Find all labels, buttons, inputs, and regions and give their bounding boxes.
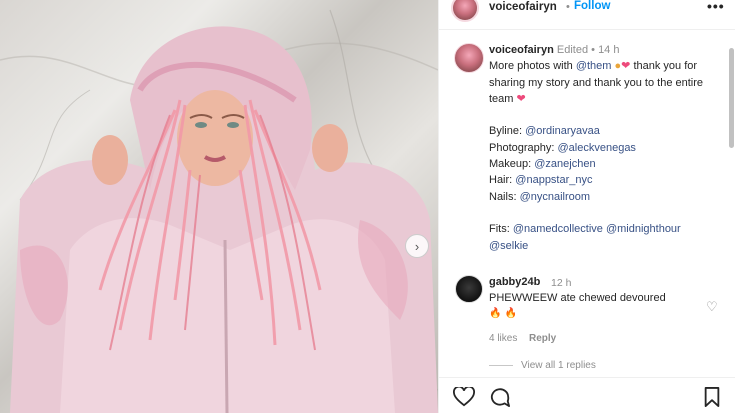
hair-label: Hair: [489,174,513,187]
post-header: voiceofairyn • Follow ••• [439,0,735,30]
makeup-label: Makeup: [489,158,532,171]
view-replies-button[interactable]: View all 1 replies [489,360,596,371]
caption-time: 14 h [598,44,620,56]
comment-likes[interactable]: 4 likes [489,333,517,344]
mention-link[interactable]: @aleckvenegas [558,142,636,154]
caption-username[interactable]: voiceofairyn [489,44,554,56]
bookmark-icon[interactable] [703,387,721,407]
photography-label: Photography: [489,141,555,154]
follow-button[interactable]: Follow [574,0,610,12]
mention-link[interactable]: @them [576,60,612,72]
comment-emoji: 🔥🔥 [489,308,520,319]
commenter-avatar[interactable] [455,275,483,303]
mention-link[interactable]: @zanejchen [534,158,595,170]
mention-link[interactable]: @nycnailroom [520,191,590,203]
post-sidebar: voiceofairyn • Follow ••• voiceofairyn E… [438,0,735,413]
caption-body-a: More photos with [489,60,573,73]
heart-icon[interactable] [453,387,475,407]
separator-dot: • [566,1,570,13]
mention-link[interactable]: @ordinaryavaa [525,125,600,137]
replies-divider [489,365,513,366]
heart-icon[interactable]: ♡ [706,299,718,315]
comment-icon[interactable] [489,387,511,407]
fits-label: Fits: [489,223,510,236]
edited-label: Edited [556,44,589,56]
mention-link[interactable]: @selkie [489,240,528,252]
more-icon[interactable]: ••• [707,0,725,14]
author-avatar[interactable] [451,0,479,22]
mention-link[interactable]: @nappstar_nyc [515,174,592,186]
comment-text: PHEWWEEW ate chewed devoured [489,292,666,304]
scrollbar-thumb[interactable] [729,48,734,148]
byline-label: Byline: [489,125,523,138]
comment-time: 12 h [551,277,572,289]
hearts-icon: ❤ [621,60,631,73]
separator-dot: • [591,44,595,56]
mention-link[interactable]: @namedcollective [513,223,603,235]
author-username[interactable]: voiceofairyn [489,1,557,13]
nails-label: Nails: [489,190,517,203]
mention-link[interactable]: @midnighthour [606,223,681,235]
caption-text: voiceofairyn Edited • 14 h More photos w… [489,42,721,254]
heart-emoji-icon: ❤ [516,92,526,105]
post-photo[interactable]: › [0,0,438,413]
photo-illustration [0,9,438,413]
commenter-username[interactable]: gabby24b [489,276,540,288]
chevron-right-icon: › [414,238,420,254]
caption-author-avatar[interactable] [454,43,484,73]
reply-button[interactable]: Reply [529,333,556,344]
post-actions-bar [439,377,735,413]
carousel-next-button[interactable]: › [405,234,429,258]
view-replies-label: View all 1 replies [521,360,596,371]
